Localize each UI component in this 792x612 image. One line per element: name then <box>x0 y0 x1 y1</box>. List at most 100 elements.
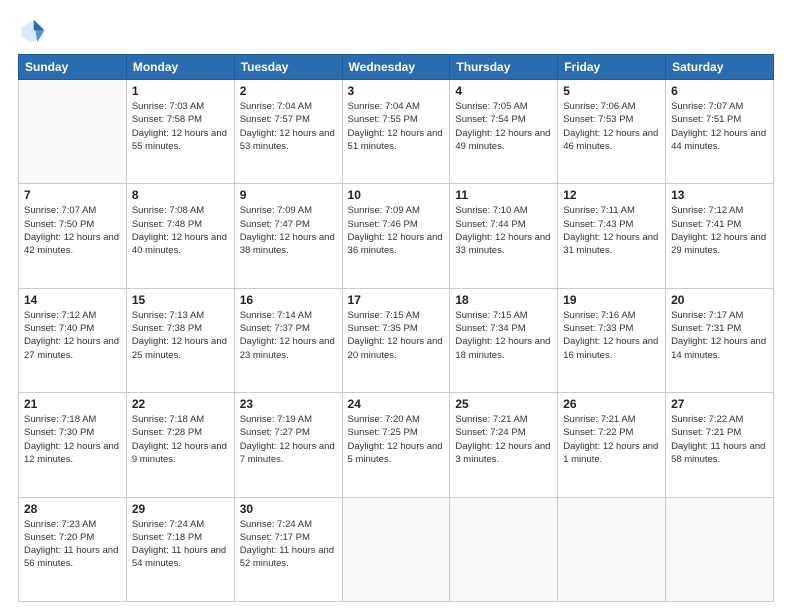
weekday-header-wednesday: Wednesday <box>342 55 450 80</box>
day-cell: 17Sunrise: 7:15 AMSunset: 7:35 PMDayligh… <box>342 288 450 392</box>
day-cell: 27Sunrise: 7:22 AMSunset: 7:21 PMDayligh… <box>666 393 774 497</box>
day-detail: Sunrise: 7:10 AMSunset: 7:44 PMDaylight:… <box>455 204 552 257</box>
day-number: 10 <box>348 188 445 202</box>
weekday-header-tuesday: Tuesday <box>234 55 342 80</box>
day-detail: Sunrise: 7:18 AMSunset: 7:28 PMDaylight:… <box>132 413 229 466</box>
day-cell: 19Sunrise: 7:16 AMSunset: 7:33 PMDayligh… <box>558 288 666 392</box>
day-number: 7 <box>24 188 121 202</box>
day-number: 30 <box>240 502 337 516</box>
day-detail: Sunrise: 7:14 AMSunset: 7:37 PMDaylight:… <box>240 309 337 362</box>
day-detail: Sunrise: 7:23 AMSunset: 7:20 PMDaylight:… <box>24 518 121 571</box>
weekday-header-saturday: Saturday <box>666 55 774 80</box>
day-number: 18 <box>455 293 552 307</box>
calendar-table: SundayMondayTuesdayWednesdayThursdayFrid… <box>18 54 774 602</box>
day-number: 5 <box>563 84 660 98</box>
day-detail: Sunrise: 7:16 AMSunset: 7:33 PMDaylight:… <box>563 309 660 362</box>
day-cell: 24Sunrise: 7:20 AMSunset: 7:25 PMDayligh… <box>342 393 450 497</box>
day-cell: 13 Sunrise: 7:12 AMSunset: 7:41 PMDayligh… <box>666 184 774 288</box>
calendar-header-row: SundayMondayTuesdayWednesdayThursdayFrid… <box>19 55 774 80</box>
day-detail: Sunrise: 7:03 AMSunset: 7:58 PMDaylight:… <box>132 100 229 153</box>
weekday-header-friday: Friday <box>558 55 666 80</box>
day-number: 26 <box>563 397 660 411</box>
day-cell: 14 Sunrise: 7:12 AMSunset: 7:40 PMDayligh… <box>19 288 127 392</box>
day-detail: Sunrise: 7:18 AMSunset: 7:30 PMDaylight:… <box>24 413 121 466</box>
day-number: 12 <box>563 188 660 202</box>
weekday-header-monday: Monday <box>126 55 234 80</box>
day-number: 25 <box>455 397 552 411</box>
day-cell: 5 Sunrise: 7:06 AMSunset: 7:53 PMDaylight… <box>558 80 666 184</box>
day-cell: 22 Sunrise: 7:18 AMSunset: 7:28 PMDayligh… <box>126 393 234 497</box>
day-number: 2 <box>240 84 337 98</box>
day-detail: Sunrise: 7:11 AMSunset: 7:43 PMDaylight:… <box>563 204 660 257</box>
day-detail: Sunrise: 7:13 AMSunset: 7:38 PMDaylight:… <box>132 309 229 362</box>
week-row-2: 7 Sunrise: 7:07 AMSunset: 7:50 PMDaylight… <box>19 184 774 288</box>
day-number: 6 <box>671 84 768 98</box>
day-number: 13 <box>671 188 768 202</box>
day-number: 1 <box>132 84 229 98</box>
day-cell <box>558 497 666 601</box>
day-cell: 10 Sunrise: 7:09 AMSunset: 7:46 PMDayligh… <box>342 184 450 288</box>
day-detail: Sunrise: 7:09 AMSunset: 7:47 PMDaylight:… <box>240 204 337 257</box>
day-detail: Sunrise: 7:24 AMSunset: 7:18 PMDaylight:… <box>132 518 229 571</box>
day-cell: 9 Sunrise: 7:09 AMSunset: 7:47 PMDaylight… <box>234 184 342 288</box>
day-detail: Sunrise: 7:07 AMSunset: 7:50 PMDaylight:… <box>24 204 121 257</box>
week-row-5: 28 Sunrise: 7:23 AMSunset: 7:20 PMDayligh… <box>19 497 774 601</box>
day-number: 8 <box>132 188 229 202</box>
week-row-4: 21 Sunrise: 7:18 AMSunset: 7:30 PMDayligh… <box>19 393 774 497</box>
week-row-1: 1 Sunrise: 7:03 AMSunset: 7:58 PMDaylight… <box>19 80 774 184</box>
day-cell: 29 Sunrise: 7:24 AMSunset: 7:18 PMDayligh… <box>126 497 234 601</box>
header <box>18 18 774 46</box>
day-detail: Sunrise: 7:04 AMSunset: 7:57 PMDaylight:… <box>240 100 337 153</box>
day-number: 9 <box>240 188 337 202</box>
day-cell <box>342 497 450 601</box>
day-detail: Sunrise: 7:04 AMSunset: 7:55 PMDaylight:… <box>348 100 445 153</box>
day-detail: Sunrise: 7:09 AMSunset: 7:46 PMDaylight:… <box>348 204 445 257</box>
day-number: 21 <box>24 397 121 411</box>
day-cell: 11 Sunrise: 7:10 AMSunset: 7:44 PMDayligh… <box>450 184 558 288</box>
day-detail: Sunrise: 7:21 AMSunset: 7:24 PMDaylight:… <box>455 413 552 466</box>
day-cell: 21 Sunrise: 7:18 AMSunset: 7:30 PMDayligh… <box>19 393 127 497</box>
day-detail: Sunrise: 7:21 AMSunset: 7:22 PMDaylight:… <box>563 413 660 466</box>
day-cell: 2 Sunrise: 7:04 AMSunset: 7:57 PMDaylight… <box>234 80 342 184</box>
day-detail: Sunrise: 7:08 AMSunset: 7:48 PMDaylight:… <box>132 204 229 257</box>
day-number: 11 <box>455 188 552 202</box>
day-number: 28 <box>24 502 121 516</box>
day-cell: 3Sunrise: 7:04 AMSunset: 7:55 PMDaylight… <box>342 80 450 184</box>
day-number: 14 <box>24 293 121 307</box>
day-number: 24 <box>348 397 445 411</box>
day-detail: Sunrise: 7:07 AMSunset: 7:51 PMDaylight:… <box>671 100 768 153</box>
weekday-header-sunday: Sunday <box>19 55 127 80</box>
day-cell: 28 Sunrise: 7:23 AMSunset: 7:20 PMDayligh… <box>19 497 127 601</box>
day-detail: Sunrise: 7:12 AMSunset: 7:41 PMDaylight:… <box>671 204 768 257</box>
day-detail: Sunrise: 7:12 AMSunset: 7:40 PMDaylight:… <box>24 309 121 362</box>
week-row-3: 14 Sunrise: 7:12 AMSunset: 7:40 PMDayligh… <box>19 288 774 392</box>
day-number: 20 <box>671 293 768 307</box>
day-detail: Sunrise: 7:22 AMSunset: 7:21 PMDaylight:… <box>671 413 768 466</box>
logo <box>18 18 50 46</box>
day-cell <box>666 497 774 601</box>
day-cell: 15Sunrise: 7:13 AMSunset: 7:38 PMDayligh… <box>126 288 234 392</box>
day-cell: 6 Sunrise: 7:07 AMSunset: 7:51 PMDaylight… <box>666 80 774 184</box>
day-number: 4 <box>455 84 552 98</box>
day-cell: 23 Sunrise: 7:19 AMSunset: 7:27 PMDayligh… <box>234 393 342 497</box>
day-detail: Sunrise: 7:19 AMSunset: 7:27 PMDaylight:… <box>240 413 337 466</box>
day-detail: Sunrise: 7:17 AMSunset: 7:31 PMDaylight:… <box>671 309 768 362</box>
day-number: 23 <box>240 397 337 411</box>
day-number: 17 <box>348 293 445 307</box>
day-cell: 26 Sunrise: 7:21 AMSunset: 7:22 PMDayligh… <box>558 393 666 497</box>
day-number: 22 <box>132 397 229 411</box>
day-detail: Sunrise: 7:24 AMSunset: 7:17 PMDaylight:… <box>240 518 337 571</box>
day-cell: 7 Sunrise: 7:07 AMSunset: 7:50 PMDaylight… <box>19 184 127 288</box>
day-cell: 20 Sunrise: 7:17 AMSunset: 7:31 PMDayligh… <box>666 288 774 392</box>
day-cell: 18 Sunrise: 7:15 AMSunset: 7:34 PMDayligh… <box>450 288 558 392</box>
day-number: 29 <box>132 502 229 516</box>
day-detail: Sunrise: 7:05 AMSunset: 7:54 PMDaylight:… <box>455 100 552 153</box>
day-detail: Sunrise: 7:15 AMSunset: 7:34 PMDaylight:… <box>455 309 552 362</box>
day-cell: 1 Sunrise: 7:03 AMSunset: 7:58 PMDaylight… <box>126 80 234 184</box>
day-number: 16 <box>240 293 337 307</box>
day-cell <box>19 80 127 184</box>
day-cell: 8 Sunrise: 7:08 AMSunset: 7:48 PMDaylight… <box>126 184 234 288</box>
day-cell: 12 Sunrise: 7:11 AMSunset: 7:43 PMDayligh… <box>558 184 666 288</box>
day-detail: Sunrise: 7:06 AMSunset: 7:53 PMDaylight:… <box>563 100 660 153</box>
weekday-header-thursday: Thursday <box>450 55 558 80</box>
